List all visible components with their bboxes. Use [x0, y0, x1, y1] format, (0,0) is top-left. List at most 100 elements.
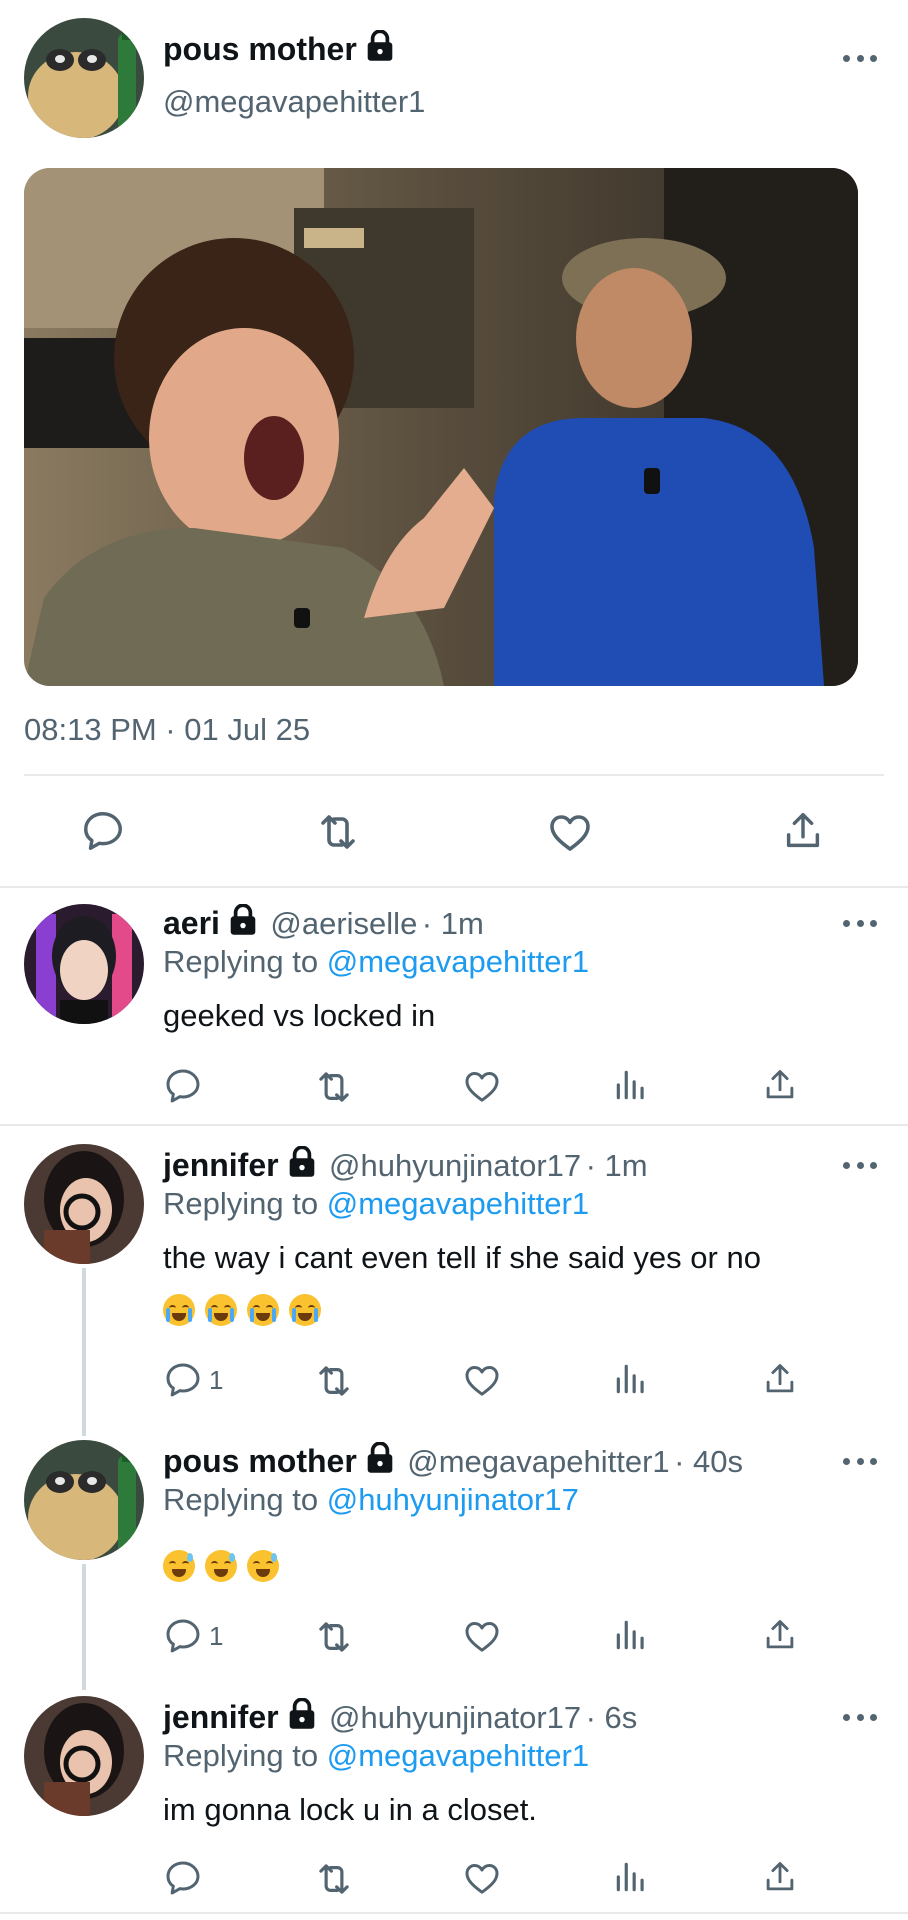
loudly-crying-face-icon [205, 1294, 237, 1326]
author-handle[interactable]: @megavapehitter1 [163, 84, 425, 120]
reply-handle[interactable]: @huhyunjinator17 [329, 1700, 581, 1735]
views-button[interactable] [612, 1066, 650, 1104]
reply-icon [163, 1360, 203, 1400]
lock-icon [365, 30, 395, 62]
replying-to-link[interactable]: @megavapehitter1 [327, 1738, 589, 1773]
more-icon[interactable] [843, 53, 877, 63]
replying-to-line: Replying to @huhyunjinator17 [163, 1482, 579, 1518]
reply-avatar[interactable] [24, 1144, 144, 1264]
reply-time[interactable]: · 40s [674, 1444, 743, 1479]
replying-label: Replying to [163, 1186, 319, 1221]
main-share-button[interactable] [780, 808, 826, 854]
reply-count: 1 [209, 1364, 224, 1395]
thread-line [82, 1564, 86, 1690]
retweet-button[interactable] [313, 1616, 355, 1658]
reply-name[interactable]: aeri [163, 905, 220, 941]
share-icon [761, 1858, 799, 1896]
reply-time[interactable]: · 1m [586, 1148, 648, 1183]
replying-to-line: Replying to @megavapehitter1 [163, 1186, 589, 1222]
retweet-icon [313, 1066, 355, 1108]
reply-header: pous mother @megavapehitter1 · 40s [163, 1442, 743, 1480]
reply-icon [163, 1858, 203, 1898]
like-icon [546, 808, 594, 856]
views-icon [612, 1066, 650, 1104]
author-name-row: pous mother [163, 30, 395, 68]
like-button[interactable] [462, 1360, 502, 1400]
emoji-row [163, 1550, 279, 1582]
reply-button[interactable]: 1 [163, 1616, 223, 1656]
lock-icon [365, 1442, 395, 1474]
share-icon [761, 1616, 799, 1654]
views-button[interactable] [612, 1858, 650, 1896]
reply-time[interactable]: · 6s [586, 1700, 638, 1735]
share-button[interactable] [761, 1858, 799, 1896]
replying-to-line: Replying to @megavapehitter1 [163, 1738, 589, 1774]
main-reply-button[interactable] [80, 808, 126, 854]
like-button[interactable] [462, 1858, 502, 1898]
replying-to-link[interactable]: @megavapehitter1 [327, 944, 589, 979]
views-button[interactable] [612, 1360, 650, 1398]
share-button[interactable] [761, 1360, 799, 1398]
lock-icon [287, 1698, 317, 1730]
loudly-crying-face-icon [289, 1294, 321, 1326]
lock-icon [228, 904, 258, 936]
like-button[interactable] [462, 1066, 502, 1106]
reply-icon [80, 808, 126, 854]
views-icon [612, 1360, 650, 1398]
like-icon [462, 1616, 502, 1656]
loudly-crying-face-icon [247, 1294, 279, 1326]
author-name[interactable]: pous mother [163, 31, 357, 67]
reply-avatar[interactable] [24, 1440, 144, 1560]
more-icon[interactable] [843, 918, 877, 928]
reply-name[interactable]: jennifer [163, 1699, 279, 1735]
main-retweet-button[interactable] [314, 808, 362, 856]
reply-name[interactable]: jennifer [163, 1147, 279, 1183]
tweet-timestamp[interactable]: 08:13 PM · 01 Jul 25 [24, 712, 310, 748]
reply-text: geeked vs locked in [163, 998, 436, 1033]
tweet-media[interactable] [24, 168, 858, 686]
retweet-button[interactable] [313, 1066, 355, 1108]
share-icon [761, 1066, 799, 1104]
reply-button[interactable]: 1 [163, 1360, 223, 1400]
reply-icon [163, 1066, 203, 1106]
like-icon [462, 1360, 502, 1400]
main-like-button[interactable] [546, 808, 594, 856]
reply-name[interactable]: pous mother [163, 1443, 357, 1479]
grinning-sweat-face-icon [247, 1550, 279, 1582]
replying-label: Replying to [163, 944, 319, 979]
reply-handle[interactable]: @megavapehitter1 [407, 1444, 669, 1479]
reply-header: aeri @aeriselle · 1m [163, 904, 484, 942]
reply-avatar[interactable] [24, 904, 144, 1024]
reply-handle[interactable]: @aeriselle [270, 906, 417, 941]
replying-label: Replying to [163, 1482, 319, 1517]
reply-button[interactable] [163, 1066, 203, 1106]
reply-avatar[interactable] [24, 1696, 144, 1816]
grinning-sweat-face-icon [163, 1550, 195, 1582]
thread-line [82, 1268, 86, 1436]
lock-icon [287, 1146, 317, 1178]
replying-to-link[interactable]: @huhyunjinator17 [327, 1482, 579, 1517]
retweet-icon [313, 1616, 355, 1658]
views-button[interactable] [612, 1616, 650, 1654]
section-divider [0, 886, 908, 888]
author-avatar[interactable] [24, 18, 144, 138]
retweet-button[interactable] [313, 1858, 355, 1900]
more-icon[interactable] [843, 1456, 877, 1466]
reply-icon [163, 1616, 203, 1656]
more-icon[interactable] [843, 1712, 877, 1722]
like-icon [462, 1066, 502, 1106]
reply-text: im gonna lock u in a closet. [163, 1792, 537, 1827]
share-button[interactable] [761, 1616, 799, 1654]
replying-to-link[interactable]: @megavapehitter1 [327, 1186, 589, 1221]
reply-button[interactable] [163, 1858, 203, 1898]
reply-handle[interactable]: @huhyunjinator17 [329, 1148, 581, 1183]
reply-text: the way i cant even tell if she said yes… [163, 1240, 761, 1275]
reply-count: 1 [209, 1620, 224, 1651]
share-button[interactable] [761, 1066, 799, 1104]
grinning-sweat-face-icon [205, 1550, 237, 1582]
section-divider [0, 1124, 908, 1126]
more-icon[interactable] [843, 1160, 877, 1170]
like-button[interactable] [462, 1616, 502, 1656]
reply-time[interactable]: · 1m [422, 906, 484, 941]
retweet-button[interactable] [313, 1360, 355, 1402]
